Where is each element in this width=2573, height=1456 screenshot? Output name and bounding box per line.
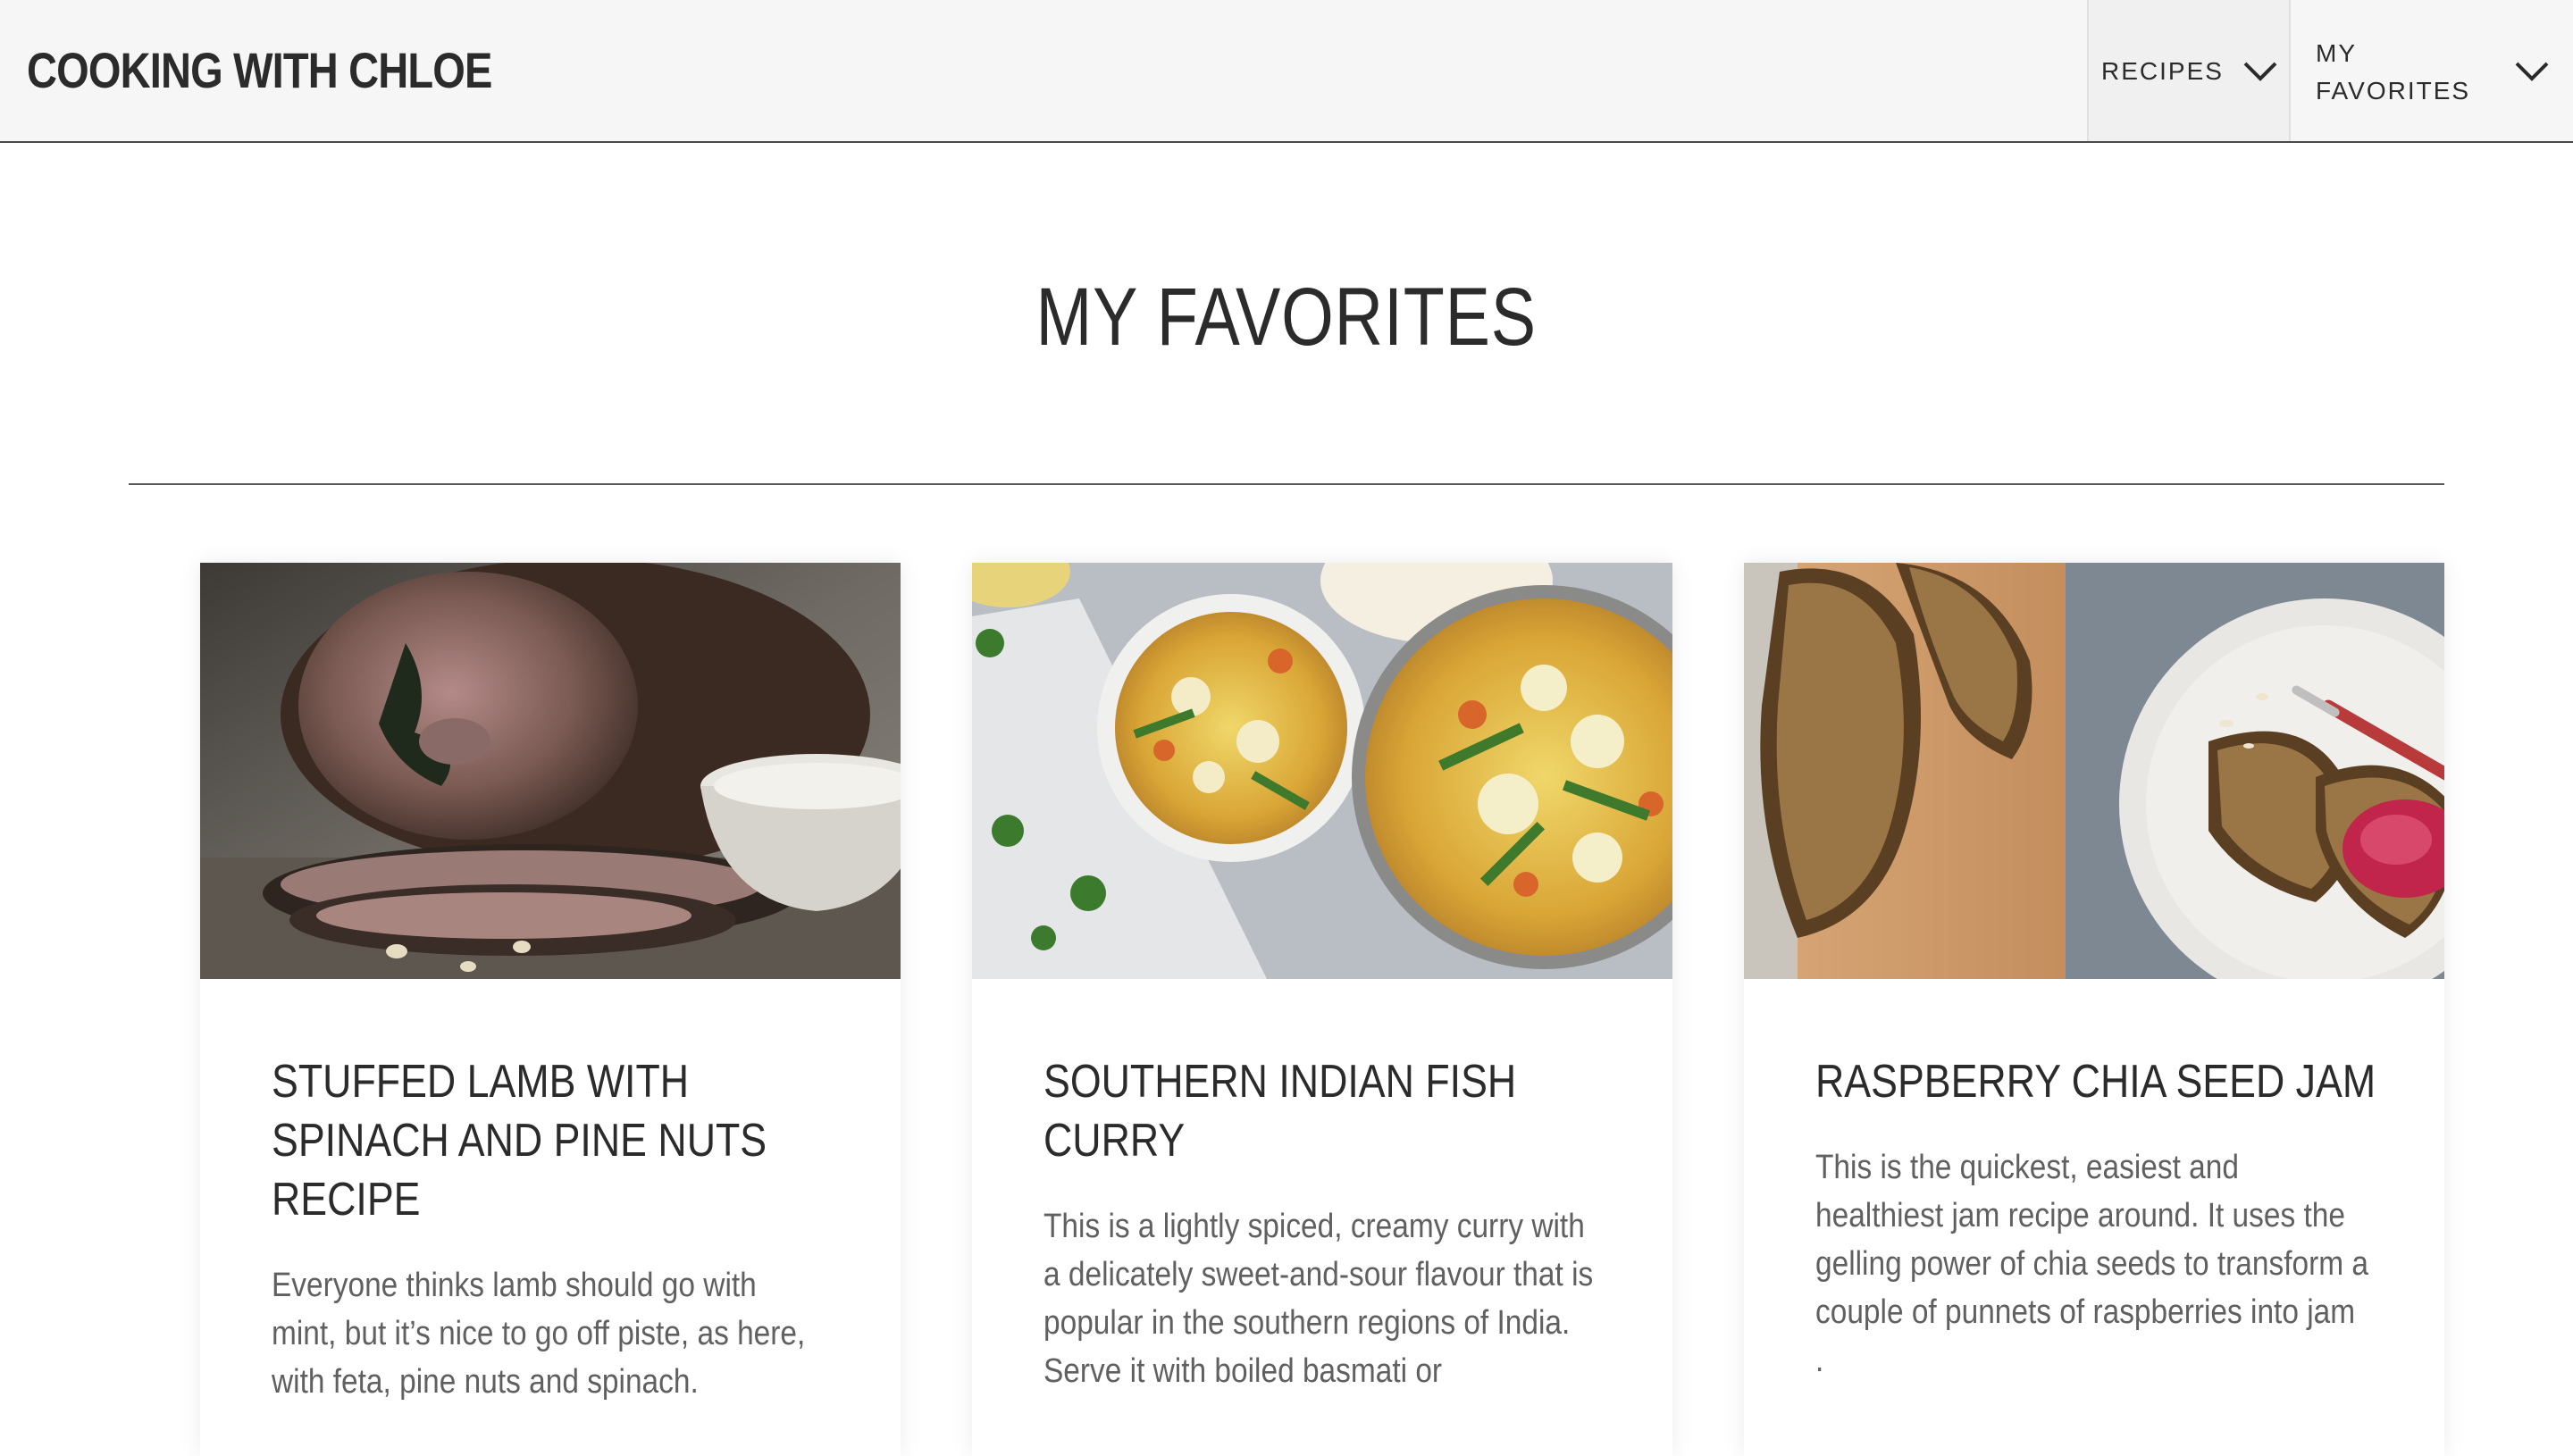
- recipe-card-title[interactable]: RASPBERRY CHIA SEED JAM: [1815, 1052, 2400, 1111]
- nav-my-favorites[interactable]: MY FAVORITES: [2291, 0, 2573, 141]
- raspberry-jam-photo[interactable]: [1744, 563, 2444, 979]
- recipe-card-description: Everyone thinks lamb should go with mint…: [272, 1267, 806, 1401]
- recipe-card-description: This is the quickest, easiest and health…: [1815, 1149, 2368, 1379]
- recipe-card-curry[interactable]: SOUTHERN INDIAN FISH CURRY This is a lig…: [972, 563, 1672, 1456]
- site-header: COOKING WITH CHLOE RECIPES MY FAVORITES: [0, 0, 2573, 143]
- nav-recipes-label[interactable]: RECIPES: [2101, 53, 2224, 90]
- page-title: MY FAVORITES: [0, 268, 2573, 366]
- site-logo[interactable]: COOKING WITH CHLOE: [27, 39, 492, 102]
- recipe-card-jam[interactable]: RASPBERRY CHIA SEED JAM This is the quic…: [1744, 563, 2444, 1456]
- recipe-card-description: This is a lightly spiced, creamy curry w…: [1043, 1208, 1594, 1390]
- nav-recipes[interactable]: RECIPES: [2087, 0, 2291, 141]
- recipe-card-lamb[interactable]: STUFFED LAMB WITH SPINACH AND PINE NUTS …: [200, 563, 901, 1456]
- nav-my-favorites-label[interactable]: MY FAVORITES: [2316, 35, 2477, 110]
- chevron-down-icon[interactable]: [2514, 61, 2550, 82]
- chevron-down-icon[interactable]: [2242, 61, 2278, 82]
- recipe-card-title[interactable]: SOUTHERN INDIAN FISH CURRY: [1043, 1052, 1628, 1170]
- stuffed-lamb-photo[interactable]: [200, 563, 901, 979]
- fish-curry-photo[interactable]: [972, 563, 1672, 979]
- section-divider: [129, 483, 2444, 485]
- recipe-card-title[interactable]: STUFFED LAMB WITH SPINACH AND PINE NUTS …: [272, 1052, 856, 1229]
- page-title-text: MY FAVORITES: [1035, 272, 1538, 363]
